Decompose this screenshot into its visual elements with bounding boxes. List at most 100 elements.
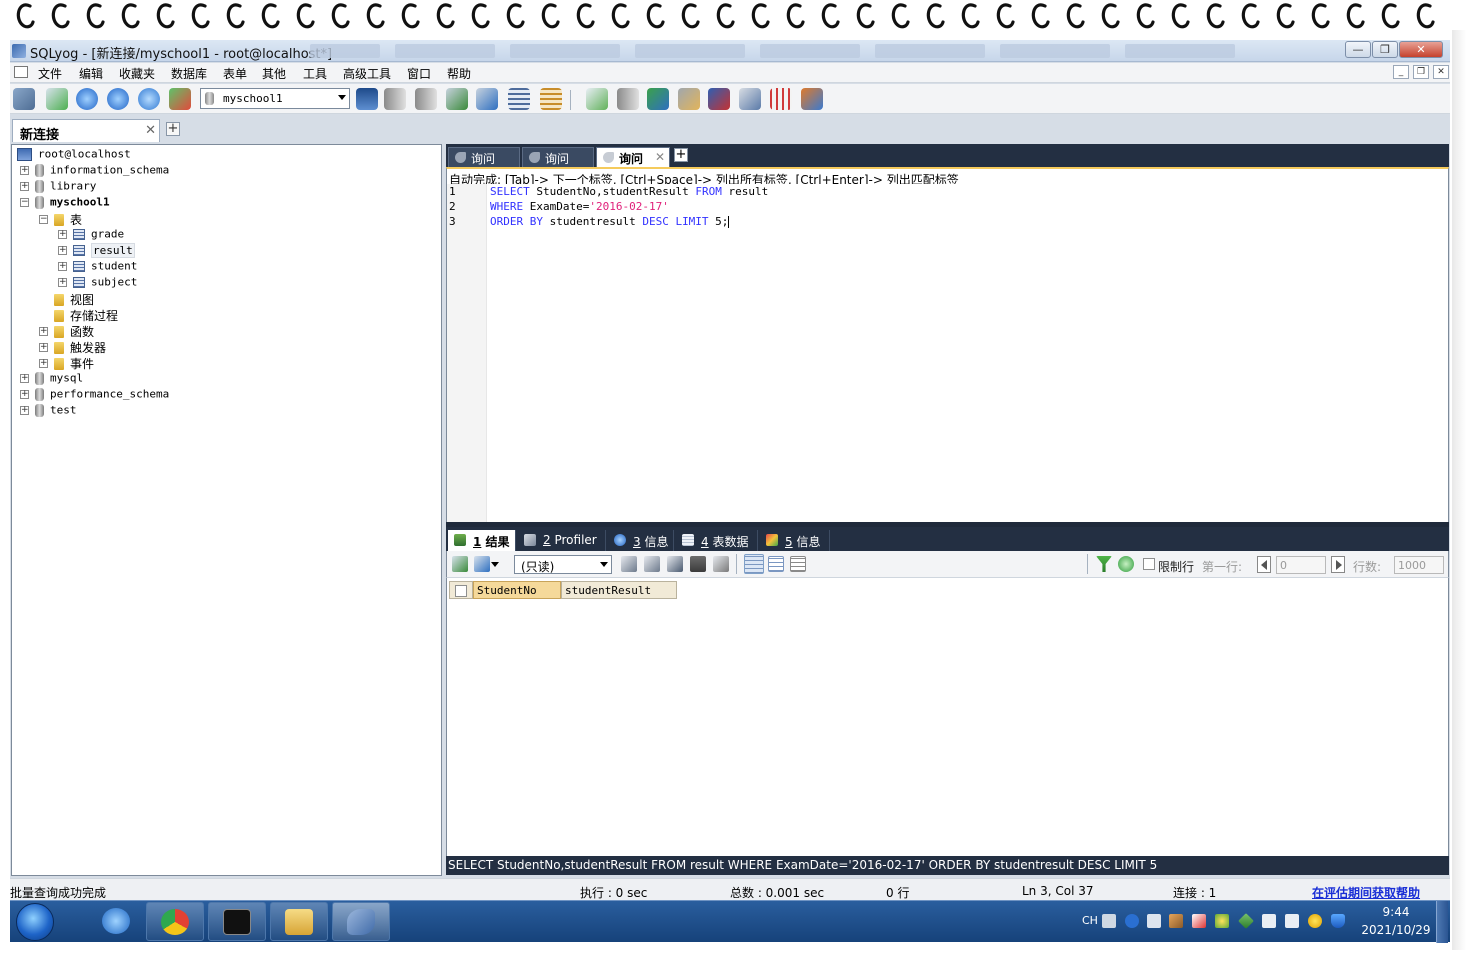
menu-window[interactable]: 窗口	[407, 65, 431, 82]
next-page-button[interactable]	[1331, 556, 1345, 573]
new-query-icon[interactable]	[46, 88, 68, 110]
expand-icon[interactable]: +	[20, 165, 29, 175]
save-icon[interactable]	[667, 556, 683, 572]
tree-node-table[interactable]: + result	[58, 242, 135, 259]
close-icon[interactable]: ✕	[655, 150, 665, 164]
backup-icon[interactable]	[446, 88, 468, 110]
tree-node-folder-tables[interactable]: − 表	[39, 211, 82, 227]
taskbar-chrome[interactable]	[146, 902, 204, 941]
restore-icon[interactable]	[476, 88, 498, 110]
import-icon[interactable]	[586, 88, 608, 110]
menu-table[interactable]: 表单	[223, 65, 247, 82]
tree-node-folder-functions[interactable]: + 函数	[39, 323, 94, 339]
tree-node-folder-events[interactable]: + 事件	[39, 355, 94, 371]
tab-info[interactable]: 5 信息	[760, 530, 830, 551]
tree-node-table[interactable]: + subject	[58, 275, 137, 291]
tab-query-active[interactable]: 询问 ✕	[596, 147, 670, 167]
table-design-icon[interactable]	[540, 88, 562, 110]
row-count-input[interactable]: 1000	[1394, 556, 1444, 574]
minimize-button[interactable]: —	[1345, 41, 1371, 58]
action-center-icon[interactable]	[1192, 914, 1206, 928]
trash-icon[interactable]	[690, 556, 706, 572]
help-icon[interactable]	[1125, 914, 1139, 928]
scheduler-icon[interactable]	[678, 88, 700, 110]
tree-node-table[interactable]: + grade	[58, 227, 124, 243]
add-connection-button[interactable]: +	[166, 122, 180, 136]
menu-advanced-tools[interactable]: 高级工具	[343, 65, 391, 82]
report-icon[interactable]	[770, 88, 792, 110]
mdi-restore-button[interactable]: ❐	[1413, 65, 1429, 79]
taskbar-ie[interactable]	[88, 902, 146, 941]
export-icon[interactable]	[617, 88, 639, 110]
expand-icon[interactable]: +	[20, 373, 29, 383]
expand-icon[interactable]: +	[58, 245, 67, 255]
expand-icon[interactable]: +	[58, 229, 67, 239]
expand-icon[interactable]: +	[20, 405, 29, 415]
tray-star-icon[interactable]	[1215, 914, 1229, 928]
expand-icon[interactable]: +	[20, 389, 29, 399]
expand-icon[interactable]: +	[58, 277, 67, 287]
help-link[interactable]: 在评估期间获取帮助	[1312, 884, 1420, 901]
window-menu-icon[interactable]	[14, 66, 28, 78]
tab-query[interactable]: 询问	[522, 147, 594, 167]
tree-node-folder-procedures[interactable]: 存储过程	[39, 307, 118, 323]
text-view-icon[interactable]	[790, 556, 806, 572]
clock-date[interactable]: 2021/10/29	[1360, 923, 1432, 937]
tree-node-database[interactable]: + test	[20, 403, 77, 419]
tree-node-database[interactable]: + information_schema	[20, 163, 169, 179]
tree-node-folder-views[interactable]: 视图	[39, 291, 94, 307]
taskbar-mysql-console[interactable]	[208, 902, 266, 941]
mdi-minimize-button[interactable]: _	[1393, 65, 1409, 79]
add-query-tab-button[interactable]: +	[674, 148, 688, 162]
tab-result[interactable]: 1 结果	[448, 530, 516, 551]
menu-tools[interactable]: 工具	[303, 65, 327, 82]
security-shield-icon[interactable]	[1331, 914, 1345, 928]
tree-node-database[interactable]: + mysql	[20, 371, 83, 387]
chevron-down-icon[interactable]	[491, 556, 499, 572]
database-selector[interactable]: myschool1	[200, 88, 350, 109]
first-row-input[interactable]: 0	[1276, 556, 1326, 574]
collapse-icon[interactable]: −	[39, 215, 48, 224]
expand-icon[interactable]: +	[58, 261, 67, 271]
close-button[interactable]: ✕	[1399, 41, 1443, 58]
tray-update-icon[interactable]	[1308, 914, 1322, 928]
create-database-icon[interactable]	[384, 88, 406, 110]
previous-page-button[interactable]	[1257, 556, 1271, 573]
column-header[interactable]: studentResult	[561, 581, 677, 599]
tab-messages[interactable]: 3 信息	[608, 530, 674, 551]
network-icon[interactable]	[1262, 914, 1276, 928]
filter-icon[interactable]	[1096, 556, 1112, 572]
close-icon[interactable]: ✕	[145, 123, 156, 138]
select-all-header[interactable]	[449, 581, 473, 599]
tree-node-database[interactable]: + performance_schema	[20, 387, 169, 403]
tray-app-icon[interactable]	[1169, 914, 1183, 928]
schema-sync-icon[interactable]	[169, 88, 191, 110]
tree-node-server[interactable]: root@localhost	[17, 147, 131, 163]
select-all-checkbox[interactable]	[455, 585, 467, 597]
refresh-icon[interactable]	[138, 88, 160, 110]
form-view-icon[interactable]	[768, 556, 784, 572]
migration-icon[interactable]	[708, 88, 730, 110]
result-grid[interactable]: StudentNo studentResult	[446, 578, 1449, 856]
menu-other[interactable]: 其他	[262, 65, 286, 82]
collapse-icon[interactable]: −	[20, 197, 29, 207]
cancel-changes-icon[interactable]	[713, 556, 729, 572]
insert-row-icon[interactable]	[621, 556, 637, 572]
tab-profiler[interactable]: 2 Profiler	[518, 530, 606, 551]
mdi-close-button[interactable]: ✕	[1433, 65, 1449, 79]
copy-results-icon[interactable]	[474, 556, 490, 572]
start-button[interactable]	[16, 903, 54, 941]
tree-node-table[interactable]: + student	[58, 259, 137, 275]
expand-icon[interactable]: +	[39, 343, 48, 352]
menu-edit[interactable]: 编辑	[79, 65, 103, 82]
column-header[interactable]: StudentNo	[473, 581, 561, 599]
tree-node-folder-triggers[interactable]: + 触发器	[39, 339, 106, 355]
readonly-selector[interactable]: (只读)	[514, 555, 612, 574]
expand-icon[interactable]: +	[39, 327, 48, 336]
maximize-button[interactable]: ❐	[1372, 41, 1398, 58]
sql-editor[interactable]: 1 2 3 SELECT StudentNo,studentResult FRO…	[446, 184, 1449, 522]
show-desktop-button[interactable]	[1436, 901, 1448, 943]
keyboard-icon[interactable]	[1102, 914, 1116, 928]
ime-icon[interactable]	[1147, 914, 1161, 928]
taskbar-sqlyog[interactable]	[332, 902, 390, 941]
